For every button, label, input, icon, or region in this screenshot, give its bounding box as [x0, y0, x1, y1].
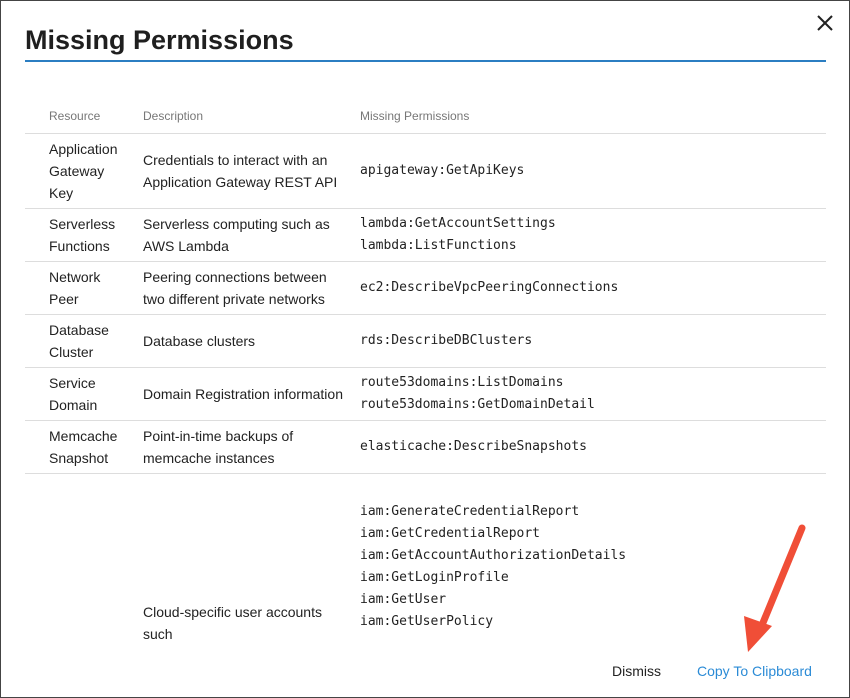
permission-item: apigateway:GetApiKeys: [360, 163, 525, 178]
description-cell: Domain Registration information: [131, 367, 352, 421]
permission-item: iam:GetAccountAuthorizationDetails: [360, 547, 627, 563]
description-cell: Database clusters: [131, 314, 352, 368]
table-header-row: Resource Description Missing Permissions: [25, 99, 826, 134]
table-row: Serverless Functions Serverless computin…: [25, 208, 826, 262]
permission-item: lambda:GetAccountSettings: [360, 216, 556, 231]
description-cell: Credentials to interact with an Applicat…: [131, 133, 352, 209]
description-cell: Point-in-time backups of memcache instan…: [131, 420, 352, 474]
resource-cell: Service Domain: [25, 367, 131, 421]
permission-item: iam:GetUser: [360, 591, 447, 607]
resource-cell: Database Cluster: [25, 314, 131, 368]
permissions-cell: apigateway:GetApiKeys: [352, 133, 826, 209]
permission-item: iam:GetUserPolicy: [360, 613, 494, 629]
column-header-description: Description: [131, 99, 352, 134]
permission-item: ec2:DescribeVpcPeeringConnections: [360, 280, 619, 295]
table-row: Application Gateway Key Credentials to i…: [25, 133, 826, 209]
resource-cell: Memcache Snapshot: [25, 420, 131, 474]
permission-item: iam:GetLoginProfile: [360, 569, 509, 585]
dialog-footer: Dismiss Copy To Clipboard: [1, 646, 849, 697]
resource-cell: Serverless Functions: [25, 208, 131, 262]
table-row: Network Peer Peering connections between…: [25, 261, 826, 315]
permission-item: lambda:ListFunctions: [360, 238, 517, 253]
copy-to-clipboard-button[interactable]: Copy To Clipboard: [697, 663, 812, 679]
resource-cell: [25, 473, 131, 646]
permission-item: elasticache:DescribeSnapshots: [360, 439, 587, 454]
permission-item: iam:GenerateCredentialReport: [360, 503, 580, 519]
column-header-missing-permissions: Missing Permissions: [352, 99, 826, 134]
description-cell: Cloud-specific user accounts such: [131, 473, 352, 646]
table-row: Database Cluster Database clusters rds:D…: [25, 314, 826, 368]
permissions-cell: iam:GenerateCredentialReport iam:GetCred…: [352, 473, 826, 646]
close-icon[interactable]: [813, 11, 837, 35]
description-cell: Peering connections between two differen…: [131, 261, 352, 315]
resource-cell: Network Peer: [25, 261, 131, 315]
description-cell: Serverless computing such as AWS Lambda: [131, 208, 352, 262]
column-header-resource: Resource: [25, 99, 131, 134]
dialog-title: Missing Permissions: [25, 25, 294, 55]
permissions-cell: lambda:GetAccountSettings lambda:ListFun…: [352, 208, 826, 262]
permissions-table: Resource Description Missing Permissions…: [25, 99, 826, 646]
dismiss-button[interactable]: Dismiss: [612, 663, 661, 679]
table-row: Memcache Snapshot Point-in-time backups …: [25, 420, 826, 474]
permission-item: route53domains:GetDomainDetail: [360, 397, 595, 412]
permissions-cell: route53domains:ListDomains route53domain…: [352, 367, 826, 421]
permission-item: rds:DescribeDBClusters: [360, 333, 533, 348]
title-divider: [25, 60, 826, 62]
permission-item: iam:GetCredentialReport: [360, 525, 541, 541]
missing-permissions-dialog: Missing Permissions Resource Description…: [0, 0, 850, 698]
permissions-cell: rds:DescribeDBClusters: [352, 314, 826, 368]
table-row: Service Domain Domain Registration infor…: [25, 367, 826, 421]
resource-cell: Application Gateway Key: [25, 133, 131, 209]
permissions-table-scroll-area[interactable]: Resource Description Missing Permissions…: [25, 99, 826, 646]
permission-item: route53domains:ListDomains: [360, 375, 564, 390]
permissions-cell: ec2:DescribeVpcPeeringConnections: [352, 261, 826, 315]
permissions-cell: elasticache:DescribeSnapshots: [352, 420, 826, 474]
table-row: Cloud-specific user accounts such iam:Ge…: [25, 473, 826, 646]
